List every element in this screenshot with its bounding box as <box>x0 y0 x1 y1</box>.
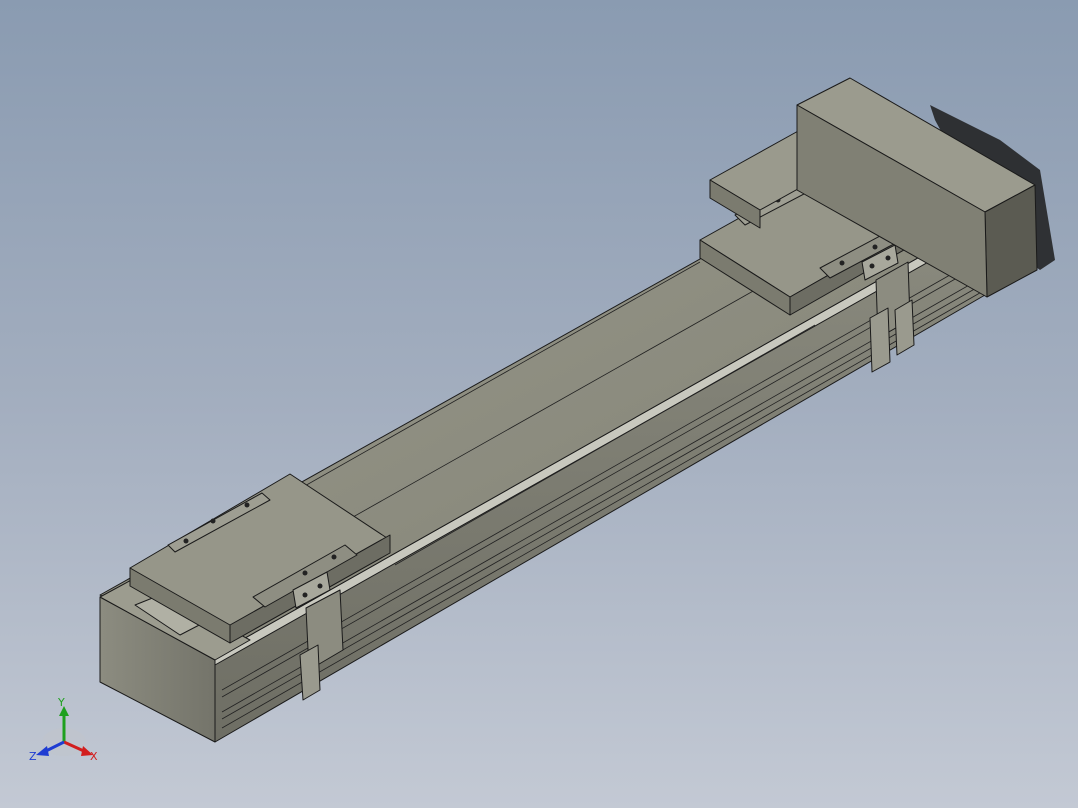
y-axis-label: Y <box>58 696 65 709</box>
bolt-hole <box>331 554 337 560</box>
graphics-viewport[interactable]: Y X Z <box>0 0 1078 808</box>
bolt-hole <box>183 538 189 544</box>
bolt-hole <box>244 502 250 508</box>
bolt-hole <box>210 518 216 524</box>
z-axis-label: Z <box>29 750 37 763</box>
bolt-hole <box>302 570 308 576</box>
z-axis-head <box>36 746 49 756</box>
x-axis-label: X <box>90 750 98 763</box>
linear-actuator-model[interactable] <box>0 0 1078 808</box>
